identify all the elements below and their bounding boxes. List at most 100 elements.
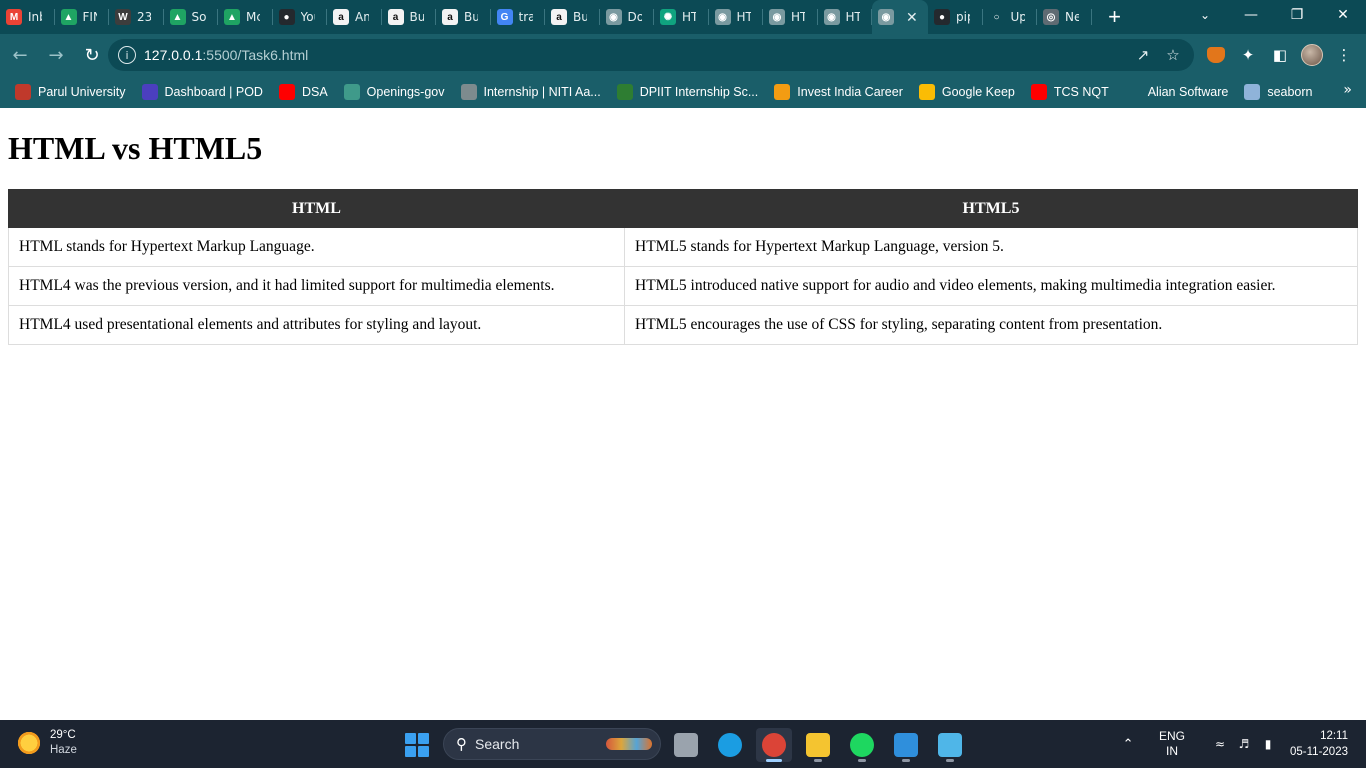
gmail-icon: M bbox=[6, 9, 22, 25]
metamask-extension-icon[interactable] bbox=[1200, 39, 1232, 71]
close-tab-icon[interactable]: ✕ bbox=[906, 9, 918, 26]
tab[interactable]: ✺ HT bbox=[654, 0, 709, 34]
forward-button[interactable]: → bbox=[40, 39, 72, 71]
minimize-button[interactable]: — bbox=[1228, 0, 1274, 30]
bookmark-item[interactable]: Invest India Career bbox=[769, 78, 908, 106]
tab[interactable]: Gtra bbox=[491, 0, 546, 34]
pod-icon bbox=[141, 84, 158, 100]
reload-button[interactable]: ↻ bbox=[76, 39, 108, 71]
vscode-icon[interactable] bbox=[888, 728, 924, 762]
tab-title: Do bbox=[627, 10, 642, 24]
tab[interactable]: a Bu bbox=[436, 0, 491, 34]
taskbar-search[interactable]: ⚲ Search bbox=[443, 728, 661, 760]
tab-title: pip bbox=[956, 10, 970, 24]
youtube-icon bbox=[278, 84, 295, 100]
tab[interactable]: a Bu bbox=[382, 0, 437, 34]
chrome-icon[interactable] bbox=[756, 728, 792, 762]
bookmark-label: Invest India Career bbox=[797, 85, 903, 99]
bookmark-item[interactable]: Google Keep bbox=[914, 78, 1020, 106]
bookmark-item[interactable]: Internship | NITI Aa... bbox=[456, 78, 606, 106]
tab[interactable]: ◉ HT bbox=[818, 0, 873, 34]
battery-icon[interactable]: ▮ bbox=[1256, 737, 1280, 752]
restore-button[interactable]: ❐ bbox=[1274, 0, 1320, 30]
tab-active[interactable]: ◉ ✕ bbox=[872, 0, 928, 34]
clock-date: 05-11-2023 bbox=[1290, 746, 1348, 758]
table-row: HTML4 used presentational elements and a… bbox=[8, 305, 1358, 345]
clock[interactable]: 12:11 05-11-2023 bbox=[1290, 728, 1348, 760]
notepad-icon[interactable] bbox=[932, 728, 968, 762]
language-indicator[interactable]: ENG IN bbox=[1150, 729, 1194, 759]
search-highlight-icon bbox=[606, 738, 652, 750]
back-button[interactable]: ← bbox=[4, 39, 36, 71]
table-cell-html: HTML4 used presentational elements and a… bbox=[8, 305, 625, 345]
tab[interactable]: ▲ Mc bbox=[218, 0, 273, 34]
site-info-icon[interactable]: i bbox=[118, 46, 136, 64]
edge-icon[interactable] bbox=[712, 728, 748, 762]
close-window-button[interactable]: ✕ bbox=[1320, 0, 1366, 30]
tab[interactable]: a Bu bbox=[545, 0, 600, 34]
tab[interactable]: ◎ Ne bbox=[1037, 0, 1092, 34]
github-icon: ● bbox=[934, 9, 950, 25]
youtube-icon bbox=[1030, 84, 1047, 100]
bookmark-label: DPIIT Internship Sc... bbox=[639, 85, 759, 99]
windows-taskbar: 29°C Haze ⚲ Search ⌃ ENG IN ≈ ♬ ▮ 12:11 … bbox=[0, 720, 1366, 768]
google-drive-icon: ▲ bbox=[224, 9, 240, 25]
tab-title: Bu bbox=[573, 10, 587, 24]
address-bar[interactable]: i 127.0.0.1:5500/Task6.html ↗ ☆ bbox=[108, 39, 1194, 71]
tab-search-icon[interactable]: ⌄ bbox=[1192, 0, 1218, 30]
side-panel-icon[interactable]: ◧ bbox=[1264, 39, 1296, 71]
tab-title: Bu bbox=[464, 10, 478, 24]
table-cell-html5: HTML5 encourages the use of CSS for styl… bbox=[624, 305, 1358, 345]
bookmark-item[interactable]: Dashboard | POD bbox=[137, 78, 268, 106]
volume-icon[interactable]: ♬ bbox=[1232, 737, 1256, 752]
tab[interactable]: ● You bbox=[273, 0, 328, 34]
tab[interactable]: ◉ Do bbox=[600, 0, 655, 34]
page-content: HTML vs HTML5 HTML HTML5 HTML stands for… bbox=[0, 108, 1366, 720]
tab-title: Up bbox=[1010, 10, 1025, 24]
amazon-icon: a bbox=[387, 9, 404, 25]
tab[interactable]: a Am bbox=[327, 0, 382, 34]
bookmark-item[interactable]: DPIIT Internship Sc... bbox=[612, 78, 764, 106]
task-view-icon[interactable] bbox=[668, 728, 704, 762]
bookmark-item[interactable]: Alian Software bbox=[1120, 78, 1234, 106]
browser-menu-icon[interactable]: ⋮ bbox=[1328, 39, 1360, 71]
tab[interactable]: ▲ FIN bbox=[55, 0, 110, 34]
show-hidden-icons-icon[interactable]: ⌃ bbox=[1114, 737, 1142, 752]
weather-widget[interactable]: 29°C Haze bbox=[16, 728, 77, 758]
tab-title: Bu bbox=[409, 10, 424, 24]
google-drive-icon: ▲ bbox=[169, 9, 186, 25]
table-cell-html5: HTML5 stands for Hypertext Markup Langua… bbox=[624, 227, 1358, 267]
extensions-puzzle-icon[interactable]: ✦ bbox=[1232, 39, 1264, 71]
new-tab-button[interactable]: + bbox=[1098, 0, 1132, 34]
profile-avatar[interactable] bbox=[1296, 39, 1328, 71]
google-drive-icon: ▲ bbox=[60, 9, 77, 25]
tab[interactable]: ◉ HT bbox=[763, 0, 818, 34]
bookmark-item[interactable]: TCS NQT bbox=[1026, 78, 1114, 106]
bookmark-item[interactable]: Openings-gov bbox=[339, 78, 450, 106]
bookmark-star-icon[interactable]: ☆ bbox=[1158, 40, 1188, 70]
tab[interactable]: ▲ Sol bbox=[164, 0, 219, 34]
more-bookmarks-icon[interactable]: » bbox=[1343, 82, 1352, 98]
loading-icon: ○ bbox=[988, 9, 1005, 25]
tab-title: Am bbox=[355, 10, 369, 24]
seaborn-icon bbox=[1244, 84, 1261, 100]
wifi-icon[interactable]: ≈ bbox=[1208, 737, 1232, 752]
tab[interactable]: ● pip bbox=[928, 0, 983, 34]
spotify-icon[interactable] bbox=[844, 728, 880, 762]
share-icon[interactable]: ↗ bbox=[1128, 40, 1158, 70]
bookmark-label: DSA bbox=[301, 85, 328, 99]
tab[interactable]: W 23 bbox=[109, 0, 164, 34]
bookmark-item[interactable]: DSA bbox=[274, 78, 333, 106]
weather-temp: 29°C bbox=[50, 729, 76, 741]
tab[interactable]: ○ Up bbox=[983, 0, 1038, 34]
tab-title: HT bbox=[682, 10, 696, 24]
bookmark-item[interactable]: Parul University bbox=[10, 78, 131, 106]
bookmark-item[interactable]: seaborn bbox=[1239, 78, 1317, 106]
address-url[interactable]: 127.0.0.1:5500/Task6.html bbox=[144, 47, 308, 63]
file-explorer-icon[interactable] bbox=[800, 728, 836, 762]
tab-title: 23 bbox=[137, 10, 151, 24]
start-button[interactable] bbox=[405, 733, 429, 757]
tab-title: Inbox bbox=[28, 10, 42, 24]
tab[interactable]: ◉ HT bbox=[709, 0, 764, 34]
tab[interactable]: M Inbox bbox=[0, 0, 55, 34]
